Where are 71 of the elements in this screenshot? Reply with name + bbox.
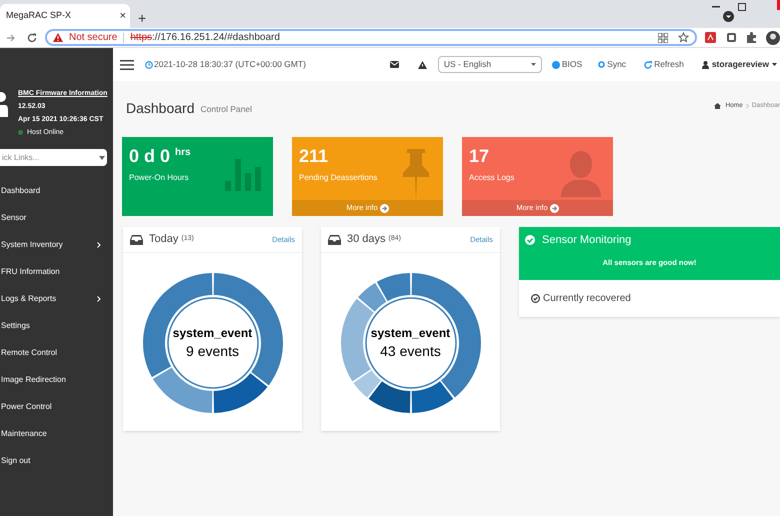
user-silhouette-icon <box>0 91 9 119</box>
arrow-circle-icon <box>550 204 559 212</box>
sidebar-item[interactable]: Settings <box>0 312 113 339</box>
sidebar-item[interactable]: Image Redirection <box>0 366 113 393</box>
sensor-status: Currently recovered <box>543 292 631 306</box>
chart-center-title: system_event <box>172 325 252 341</box>
panel-title: 30 days <box>347 232 386 248</box>
separator-icon <box>746 104 749 108</box>
stat-label: Power-On Hours <box>129 172 190 184</box>
profile-badge-icon[interactable] <box>723 11 734 22</box>
sidebar-item[interactable]: Logs & Reports <box>0 285 113 312</box>
chart-center-count: 43 events <box>380 342 441 361</box>
page-subtitle: Control Panel <box>200 103 252 116</box>
puzzle-icon[interactable] <box>746 32 758 43</box>
quick-links-select[interactable]: ick Links... <box>0 149 107 166</box>
avatar-icon[interactable] <box>766 30 780 44</box>
sidebar-item[interactable]: Dashboard <box>0 177 113 204</box>
check-circle-icon <box>531 294 540 303</box>
forward-icon[interactable] <box>6 32 16 42</box>
url-text: https://176.16.251.24/#dashboard <box>130 31 280 45</box>
stat-label: Pending Deassertions <box>299 172 378 184</box>
panel-title: Sensor Monitoring <box>542 232 632 248</box>
bios-button[interactable]: BIOS <box>552 58 582 71</box>
close-tab-button[interactable]: × <box>120 10 126 22</box>
clock-icon <box>145 60 153 68</box>
check-circle-icon <box>525 235 535 245</box>
refresh-button[interactable]: Refresh <box>644 58 684 71</box>
chart-center-count: 9 events <box>186 342 239 361</box>
page-title: Dashboard <box>126 98 194 118</box>
sidebar-item[interactable]: Sign out <box>0 447 113 474</box>
reload-icon[interactable] <box>26 32 37 42</box>
sidebar-item[interactable]: Sensor <box>0 204 113 231</box>
qr-code-icon[interactable] <box>658 32 668 42</box>
caret-icon <box>99 156 105 160</box>
stat-unit: hrs <box>175 146 191 160</box>
new-tab-button[interactable]: + <box>138 11 146 25</box>
security-warning: Not secure <box>68 31 118 45</box>
caret-icon <box>772 63 777 66</box>
warning-icon <box>52 33 63 42</box>
home-icon[interactable] <box>714 103 722 109</box>
sidebar-item[interactable]: Power Control <box>0 393 113 420</box>
arrow-circle-icon <box>380 204 389 212</box>
address-field[interactable]: Not secure https://176.16.251.24/#dashboard <box>44 29 698 46</box>
stat-label: Access Logs <box>469 172 516 184</box>
mail-icon[interactable] <box>390 61 399 68</box>
stat-value: 0 d 0 <box>129 145 170 167</box>
datetime: 2021-10-28 18:30:37 (UTC+00:00 GMT) <box>154 58 306 71</box>
sidebar-item[interactable]: Maintenance <box>0 420 113 447</box>
minimize-icon[interactable] <box>712 6 720 8</box>
chart-center-title: system_event <box>370 325 450 341</box>
extension-icon[interactable] <box>726 32 738 43</box>
maximize-icon[interactable] <box>738 3 746 11</box>
stat-value: 17 <box>469 145 490 167</box>
language-select[interactable]: US - English <box>438 56 542 73</box>
user-menu-button[interactable]: storagereview <box>702 58 777 71</box>
inbox-icon <box>130 234 143 244</box>
sidebar-item[interactable]: FRU Information <box>0 258 113 285</box>
sync-button[interactable]: Sync <box>598 58 626 71</box>
panel-title: Today <box>149 232 178 248</box>
refresh-icon <box>644 60 652 68</box>
menu-icon[interactable] <box>120 60 134 70</box>
person-icon <box>561 151 601 197</box>
sidebar-item[interactable]: Remote Control <box>0 339 113 366</box>
user-icon <box>702 60 709 68</box>
caret-icon <box>530 63 536 66</box>
warning-icon[interactable] <box>418 60 427 68</box>
stat-value: 211 <box>299 145 328 167</box>
browser-tab[interactable]: MegaRAC SP-X × <box>0 4 130 28</box>
star-icon[interactable] <box>678 32 690 43</box>
sidebar-item[interactable]: System Inventory <box>0 231 113 258</box>
inbox-icon <box>328 234 341 244</box>
